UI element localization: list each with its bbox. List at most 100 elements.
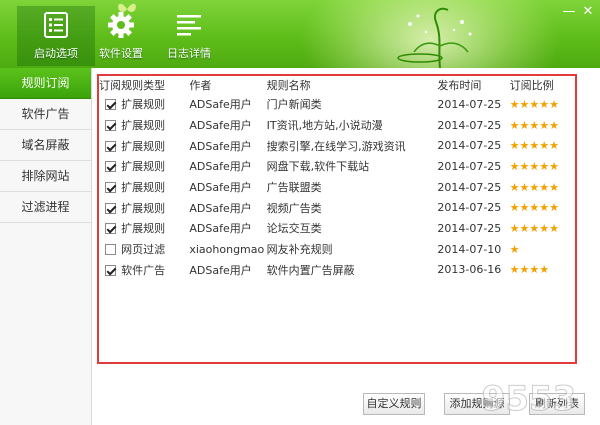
author-text: ADSafe用户 (189, 98, 252, 112)
publish-date-cell: 2014-07-25 (437, 115, 509, 136)
author-text: ADSafe用户 (189, 263, 252, 277)
checklist-icon (44, 12, 68, 38)
rule-name-text: 网友补充规则 (266, 243, 333, 257)
rule-table: 订阅 规则类型 作者 规则名称 发布时间 订阅比例 扩展规则 ADSafe用户 门户… (99, 76, 575, 280)
sidebar-item-rule-subscription[interactable]: 规则订阅 (0, 68, 91, 99)
author-text: ADSafe用户 (189, 181, 252, 195)
star-rating: ★★★★★ (509, 139, 559, 153)
table-row[interactable]: 扩展规则 ADSafe用户 网盘下载,软件下载站 2014-07-25 ★★★★★ (99, 156, 575, 177)
rule-type-text: 扩展规则 (121, 201, 166, 215)
publish-date-cell: 2014-07-25 (437, 135, 509, 156)
rule-name-cell: 论坛交互类 (267, 218, 438, 239)
sidebar-item-domain-block[interactable]: 域名屏蔽 (0, 130, 91, 161)
star-rating: ★★★★★ (509, 221, 559, 235)
star-rating: ★★★★★ (509, 118, 559, 132)
subscribe-checkbox[interactable] (104, 120, 116, 132)
subscribe-rate-cell: ★★★★★ (510, 135, 575, 156)
publish-date-cell: 2014-07-25 (437, 177, 509, 198)
table-row[interactable]: 扩展规则 ADSafe用户 视频广告类 2014-07-25 ★★★★★ (99, 197, 575, 218)
refresh-list-button[interactable]: 刷新列表 (529, 393, 585, 415)
author-text: ADSafe用户 (189, 201, 252, 215)
subscribe-checkbox[interactable] (104, 223, 116, 235)
table-row[interactable]: 扩展规则 ADSafe用户 广告联盟类 2014-07-25 ★★★★★ (99, 177, 575, 198)
rule-table-container: 订阅 规则类型 作者 规则名称 发布时间 订阅比例 扩展规则 ADSafe用户 门户… (97, 74, 577, 364)
col-publish-date: 发布时间 (437, 79, 482, 92)
rule-type-text: 网页过滤 (121, 243, 166, 257)
author-cell: ADSafe用户 (189, 115, 266, 136)
star-rating: ★★★★★ (509, 97, 559, 111)
rule-type-text: 软件广告 (121, 263, 166, 277)
rule-type-cell: 扩展规则 (121, 115, 189, 136)
rule-name-cell: 广告联盟类 (267, 177, 438, 198)
minimize-button[interactable]: — (561, 4, 577, 19)
author-text: ADSafe用户 (189, 222, 252, 236)
publish-date-cell: 2014-07-25 (437, 94, 509, 115)
rule-type-text: 扩展规则 (121, 222, 166, 236)
table-row[interactable]: 软件广告 ADSafe用户 软件内置广告屏蔽 2013-06-16 ★★★★ (99, 260, 575, 281)
author-cell: ADSafe用户 (189, 197, 266, 218)
rule-name-text: 搜索引擎,在线学习,游戏资讯 (266, 139, 406, 153)
star-rating: ★★★★★ (509, 159, 559, 173)
author-text: ADSafe用户 (189, 139, 252, 153)
rule-name-cell: 网盘下载,软件下载站 (267, 156, 438, 177)
table-row[interactable]: 扩展规则 ADSafe用户 门户新闻类 2014-07-25 ★★★★★ (99, 94, 575, 115)
table-row[interactable]: 扩展规则 ADSafe用户 IT资讯,地方站,小说动漫 2014-07-25 ★★★★★ (99, 115, 575, 136)
subscribe-checkbox[interactable] (104, 264, 116, 276)
rule-type-cell: 扩展规则 (121, 177, 189, 198)
subscribe-checkbox-cell (99, 156, 121, 177)
subscribe-rate-cell: ★★★★★ (510, 156, 575, 177)
rule-name-cell: IT资讯,地方站,小说动漫 (267, 115, 438, 136)
subscribe-checkbox-cell (99, 94, 121, 115)
table-row[interactable]: 扩展规则 ADSafe用户 论坛交互类 2014-07-25 ★★★★★ (99, 218, 575, 239)
subscribe-checkbox-cell (99, 239, 121, 260)
rule-name-cell: 网友补充规则 (267, 239, 438, 260)
subscribe-checkbox-cell (99, 260, 121, 281)
butterfly-icon (118, 3, 136, 12)
add-rule-source-button[interactable]: 添加规则源 (444, 393, 510, 415)
subscribe-rate-cell: ★★★★★ (510, 94, 575, 115)
table-row[interactable]: 网页过滤 xiaohongmao 网友补充规则 2014-07-10 ★ (99, 239, 575, 260)
star-rating: ★★★★★ (509, 201, 559, 215)
plant-decoration (397, 7, 472, 68)
subscribe-checkbox[interactable] (104, 161, 116, 173)
rule-name-text: 广告联盟类 (266, 181, 322, 195)
main-panel: 订阅 规则类型 作者 规则名称 发布时间 订阅比例 扩展规则 ADSafe用户 门户… (93, 68, 600, 425)
rule-name-text: 门户新闻类 (266, 98, 322, 112)
rule-type-cell: 软件广告 (121, 260, 189, 281)
rule-type-cell: 扩展规则 (121, 94, 189, 115)
rule-name-text: 软件内置广告屏蔽 (266, 263, 355, 277)
subscribe-checkbox[interactable] (104, 244, 116, 256)
rule-name-text: IT资讯,地方站,小说动漫 (266, 119, 383, 133)
col-subscribe: 订阅 (99, 79, 122, 92)
table-row[interactable]: 扩展规则 ADSafe用户 搜索引擎,在线学习,游戏资讯 2014-07-25 ★★★★… (99, 135, 575, 156)
subscribe-checkbox[interactable] (104, 99, 116, 111)
subscribe-checkbox-cell (99, 218, 121, 239)
subscribe-checkbox[interactable] (104, 202, 116, 214)
publish-date-text: 2014-07-25 (437, 201, 502, 215)
rule-name-cell: 视频广告类 (267, 197, 438, 218)
rule-type-text: 扩展规则 (121, 160, 166, 174)
subscribe-checkbox[interactable] (104, 140, 116, 152)
publish-date-text: 2014-07-10 (437, 242, 502, 256)
publish-date-text: 2014-07-25 (437, 118, 502, 132)
publish-date-cell: 2014-07-25 (437, 197, 509, 218)
sidebar-item-exclude-sites[interactable]: 排除网站 (0, 161, 91, 192)
subscribe-checkbox[interactable] (104, 182, 116, 194)
close-button[interactable]: ✕ (580, 4, 596, 19)
rule-name-cell: 搜索引擎,在线学习,游戏资讯 (267, 135, 438, 156)
author-cell: ADSafe用户 (189, 94, 266, 115)
subscribe-checkbox-cell (99, 197, 121, 218)
sidebar: 规则订阅 软件广告 域名屏蔽 排除网站 过滤进程 (0, 68, 92, 425)
publish-date-cell: 2014-07-10 (437, 239, 509, 260)
rule-type-text: 扩展规则 (121, 181, 166, 195)
publish-date-text: 2014-07-25 (437, 97, 502, 111)
rule-type-text: 扩展规则 (121, 119, 166, 133)
nav-log-details[interactable]: 日志详情 (150, 6, 228, 66)
rule-type-cell: 扩展规则 (121, 197, 189, 218)
rule-type-text: 扩展规则 (121, 98, 166, 112)
sidebar-item-filter-process[interactable]: 过滤进程 (0, 192, 91, 223)
custom-rule-button[interactable]: 自定义规则 (363, 393, 425, 415)
table-header: 订阅 规则类型 作者 规则名称 发布时间 订阅比例 (99, 76, 575, 94)
col-rule-name: 规则名称 (266, 79, 311, 92)
sidebar-item-software-ads[interactable]: 软件广告 (0, 99, 91, 130)
